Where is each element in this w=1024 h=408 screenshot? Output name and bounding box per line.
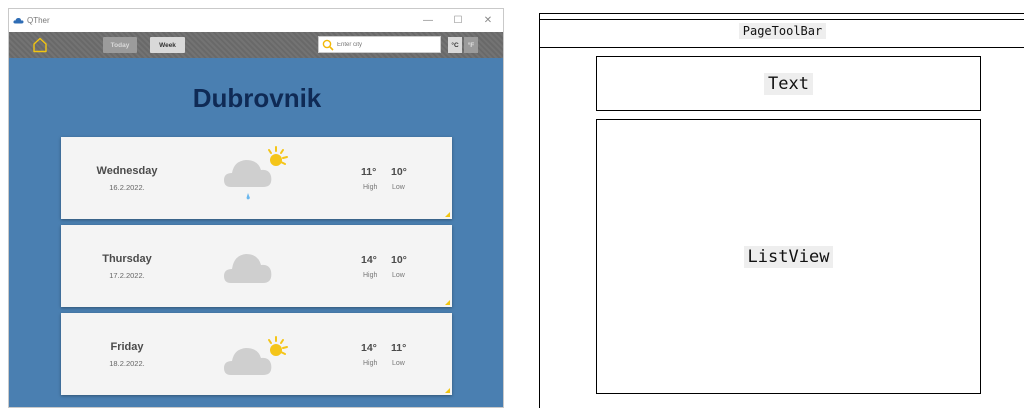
high-label: High <box>363 360 378 367</box>
forecast-card[interactable]: Wednesday 16.2.2022. 11° 10° High Low <box>61 137 452 219</box>
high-label: High <box>363 272 378 279</box>
low-label: Low <box>392 184 405 191</box>
search-input[interactable] <box>337 41 437 48</box>
tab-today[interactable]: Today <box>103 37 137 53</box>
cloud-app-icon <box>13 18 24 24</box>
low-label: Low <box>392 272 405 279</box>
diagram-divider <box>540 19 1024 20</box>
fahrenheit-toggle[interactable]: °F <box>464 37 478 53</box>
resize-grip-icon <box>445 300 450 305</box>
diagram-listview-region: ListView <box>596 119 981 394</box>
resize-grip-icon <box>445 388 450 393</box>
forecast-card[interactable]: Friday 18.2.2022. 14° 11° High Low <box>61 313 452 395</box>
page-toolbar: Today Week °C °F <box>9 32 503 58</box>
diagram-divider <box>540 47 1024 48</box>
forecast-date: 18.2.2022. <box>109 359 145 368</box>
maximize-button[interactable]: ☐ <box>443 9 473 32</box>
low-temp: 10° <box>391 254 407 266</box>
diagram-toolbar-label: PageToolBar <box>738 23 827 39</box>
forecast-date: 17.2.2022. <box>109 271 145 280</box>
cloud-icon <box>224 254 272 283</box>
forecast-card[interactable]: Thursday 17.2.2022. 14° 10° High Low <box>61 225 452 307</box>
screenshot-stage: QTher — ☐ ✕ Today Week °C °F Du <box>0 0 1024 408</box>
forecast-day: Friday <box>110 341 144 353</box>
title-bar: QTher — ☐ ✕ <box>9 9 503 32</box>
high-label: High <box>363 184 378 191</box>
home-icon[interactable] <box>31 36 49 54</box>
city-title: Dubrovnik <box>192 83 322 113</box>
forecast-date: 16.2.2022. <box>109 183 145 192</box>
tab-week[interactable]: Week <box>150 37 185 53</box>
resize-grip-icon <box>445 212 450 217</box>
search-icon <box>322 39 334 51</box>
layout-diagram: PageToolBar Text ListView <box>539 13 1024 408</box>
close-button[interactable]: ✕ <box>473 9 503 32</box>
high-temp: 14° <box>361 342 377 354</box>
low-temp: 10° <box>391 166 407 178</box>
forecast-day: Wednesday <box>96 165 158 177</box>
window-title: QTher <box>27 16 50 25</box>
low-label: Low <box>392 360 405 367</box>
celsius-toggle[interactable]: °C <box>448 37 462 53</box>
diagram-text-region: Text <box>596 56 981 111</box>
low-temp: 11° <box>391 342 407 354</box>
diagram-listview-label: ListView <box>743 245 834 268</box>
city-search-box[interactable] <box>318 36 441 53</box>
high-temp: 14° <box>361 254 377 266</box>
sun-cloud-rain-icon <box>224 146 288 200</box>
app-window: QTher — ☐ ✕ Today Week °C °F Du <box>8 8 504 408</box>
forecast-day: Thursday <box>102 253 152 265</box>
minimize-button[interactable]: — <box>413 9 443 32</box>
diagram-text-label: Text <box>764 72 813 95</box>
high-temp: 11° <box>361 166 377 178</box>
diagram-toolbar-region: PageToolBar <box>540 23 1024 39</box>
sun-cloud-icon <box>224 336 288 375</box>
